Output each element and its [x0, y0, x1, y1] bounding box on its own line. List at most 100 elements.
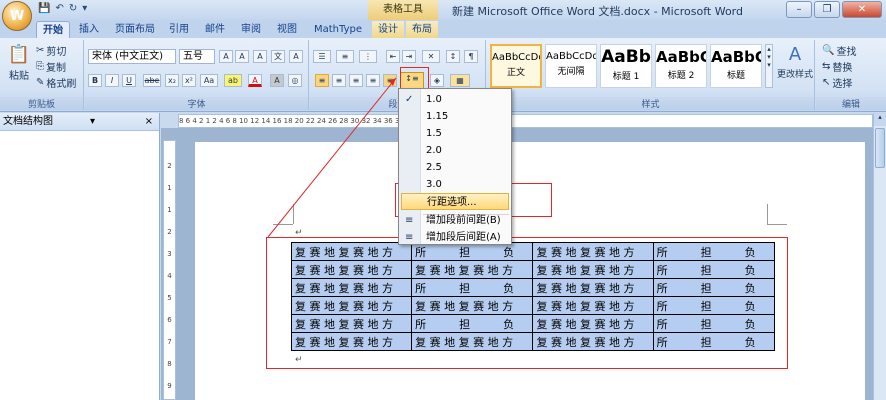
font-color-button[interactable]: A — [248, 74, 262, 87]
scroll-thumb[interactable] — [875, 128, 885, 168]
grow-font-button[interactable]: A — [219, 50, 233, 63]
char-border-button[interactable]: A — [289, 50, 303, 63]
editing-group-label: 编辑 — [816, 97, 886, 110]
font-group: 宋体 (中文正文) 五号 A A A 文 A B I U abe x₂ x² A… — [85, 40, 309, 110]
style-heading-2[interactable]: AaBbC 标题 2 — [655, 44, 707, 88]
office-button[interactable]: W — [2, 1, 32, 31]
tab-view[interactable]: 视图 — [272, 21, 302, 38]
enclose-char-icon[interactable]: ◎ — [288, 74, 302, 87]
justify-icon[interactable]: ≡ — [366, 74, 380, 87]
minimize-button[interactable]: – — [786, 1, 812, 18]
line-spacing-option-2-0[interactable]: 2.0 — [399, 142, 511, 159]
margin-mark — [767, 204, 768, 224]
tab-mailings[interactable]: 邮件 — [200, 21, 230, 38]
tab-design[interactable]: 设计 — [372, 21, 404, 38]
subscript-button[interactable]: x₂ — [165, 74, 179, 87]
cut-button[interactable]: ✂ 剪切 — [36, 43, 66, 58]
annotation-box-table — [266, 237, 788, 369]
tab-mathtype[interactable]: MathType — [308, 21, 368, 38]
char-shading-button[interactable]: A — [270, 74, 284, 87]
binoculars-icon: 🔍 — [822, 45, 835, 56]
chinese-layout-icon[interactable]: ✕ — [422, 50, 440, 63]
change-styles-icon: A — [788, 44, 802, 65]
tab-insert[interactable]: 插入 — [74, 21, 104, 38]
superscript-button[interactable]: x² — [182, 74, 196, 87]
decrease-indent-icon[interactable]: ⇤ — [386, 50, 400, 63]
format-painter-button[interactable]: ✎ 格式刷 — [36, 75, 76, 90]
replace-label: 替换 — [832, 63, 853, 74]
line-spacing-option-1-5[interactable]: 1.5 — [399, 125, 511, 142]
underline-button[interactable]: U — [122, 74, 136, 87]
multilevel-list-icon[interactable]: ⋮ — [359, 50, 377, 63]
show-marks-icon[interactable]: ¶ — [464, 50, 478, 63]
change-styles-label: 更改样式 — [777, 70, 814, 80]
vruler-tick: 4 — [167, 272, 172, 280]
phonetic-guide-button[interactable]: 文 — [271, 50, 285, 63]
font-name-combo[interactable]: 宋体 (中文正文) — [88, 49, 176, 64]
style-no-spacing[interactable]: AaBbCcDd 无间隔 — [545, 44, 597, 88]
copy-button[interactable]: ⎘ 复制 — [36, 59, 66, 74]
numbering-icon[interactable]: ≡ — [336, 50, 354, 63]
align-right-icon[interactable]: ≡ — [349, 74, 363, 87]
check-icon: ✓ — [405, 94, 414, 105]
line-spacing-option-1-15[interactable]: 1.15 — [399, 108, 511, 125]
redo-icon[interactable]: ↻ — [69, 3, 77, 14]
style-title[interactable]: AaBbC 标题 — [710, 44, 762, 88]
tab-references[interactable]: 引用 — [164, 21, 194, 38]
change-case-button[interactable]: Aa — [200, 74, 218, 87]
bold-button[interactable]: B — [88, 74, 102, 87]
clear-format-button[interactable]: A — [253, 50, 267, 63]
style-name: 无间隔 — [557, 67, 585, 77]
shrink-font-button[interactable]: A — [235, 50, 249, 63]
tab-layout[interactable]: 布局 — [406, 21, 438, 38]
restore-button[interactable]: ❐ — [814, 1, 840, 18]
vertical-ruler[interactable]: 2 1 1 2 3 4 5 6 7 8 9 — [163, 140, 176, 400]
borders-icon[interactable]: ▦ — [450, 74, 470, 87]
replace-icon: ⇆ — [822, 61, 831, 72]
qat-more-icon[interactable]: ▾ — [82, 3, 87, 14]
style-normal[interactable]: AaBbCcDd 正文 — [490, 44, 542, 88]
paste-button[interactable]: 📋 粘贴 — [6, 44, 32, 82]
find-button[interactable]: 🔍 查找 — [822, 43, 856, 58]
line-spacing-option-2-5[interactable]: 2.5 — [399, 159, 511, 176]
italic-button[interactable]: I — [105, 74, 119, 87]
styles-scroll-icon[interactable]: ▴ ▾ ▾ — [765, 44, 773, 88]
close-button[interactable]: ✕ — [842, 1, 882, 18]
change-styles-button[interactable]: A 更改样式 — [777, 44, 813, 80]
align-center-icon[interactable]: ≡ — [332, 74, 346, 87]
add-space-after-item[interactable]: ≡ 增加段后间距(A) — [399, 229, 511, 246]
distributed-icon[interactable]: ≡ — [383, 74, 397, 87]
annotation-box-button — [400, 67, 429, 89]
dropdown-arrow-icon[interactable]: ▾ — [90, 113, 95, 131]
highlight-button[interactable]: ab — [224, 74, 242, 87]
save-icon[interactable]: 💾 — [38, 3, 50, 14]
bullets-icon[interactable]: ☰ — [313, 50, 331, 63]
strikethrough-button[interactable]: abe — [143, 74, 161, 87]
select-button[interactable]: ↖ 选择 — [822, 75, 852, 90]
align-left-icon[interactable]: ≡ — [315, 74, 329, 87]
line-spacing-option-1-0[interactable]: ✓ 1.0 — [399, 91, 511, 108]
style-heading-1[interactable]: AaBb 标题 1 — [600, 44, 652, 88]
line-spacing-options-item[interactable]: 行距选项... — [401, 193, 509, 210]
increase-indent-icon[interactable]: ⇥ — [402, 50, 416, 63]
copy-icon: ⎘ — [36, 61, 44, 72]
tab-page-layout[interactable]: 页面布局 — [110, 21, 160, 38]
quick-access-toolbar: 💾 ↶ ↻ ▾ — [38, 3, 87, 14]
context-tab-title: 表格工具 — [368, 0, 438, 20]
font-size-combo[interactable]: 五号 — [179, 49, 215, 64]
close-icon[interactable]: × — [145, 113, 153, 131]
add-space-before-item[interactable]: ≡ 增加段前间距(B) — [399, 212, 511, 229]
vertical-scrollbar[interactable]: ▴ — [873, 113, 886, 400]
shading-icon[interactable]: ◈ — [430, 74, 444, 87]
scroll-up-icon[interactable]: ▴ — [874, 113, 886, 126]
sort-icon[interactable]: ↕ — [446, 50, 460, 63]
tab-home[interactable]: 开始 — [36, 21, 70, 38]
clipboard-group-label: 剪贴板 — [0, 97, 83, 110]
vruler-tick: 2 — [167, 162, 172, 170]
line-spacing-option-3-0[interactable]: 3.0 — [399, 176, 511, 193]
replace-button[interactable]: ⇆ 替换 — [822, 59, 852, 74]
tab-review[interactable]: 审阅 — [236, 21, 266, 38]
undo-icon[interactable]: ↶ — [55, 3, 63, 14]
horizontal-ruler[interactable]: 8 6 4 2 1 2 4 6 8 10 12 14 16 18 20 22 2… — [178, 114, 873, 128]
document-map-pane: 文档结构图 ▾ × — [0, 113, 160, 400]
